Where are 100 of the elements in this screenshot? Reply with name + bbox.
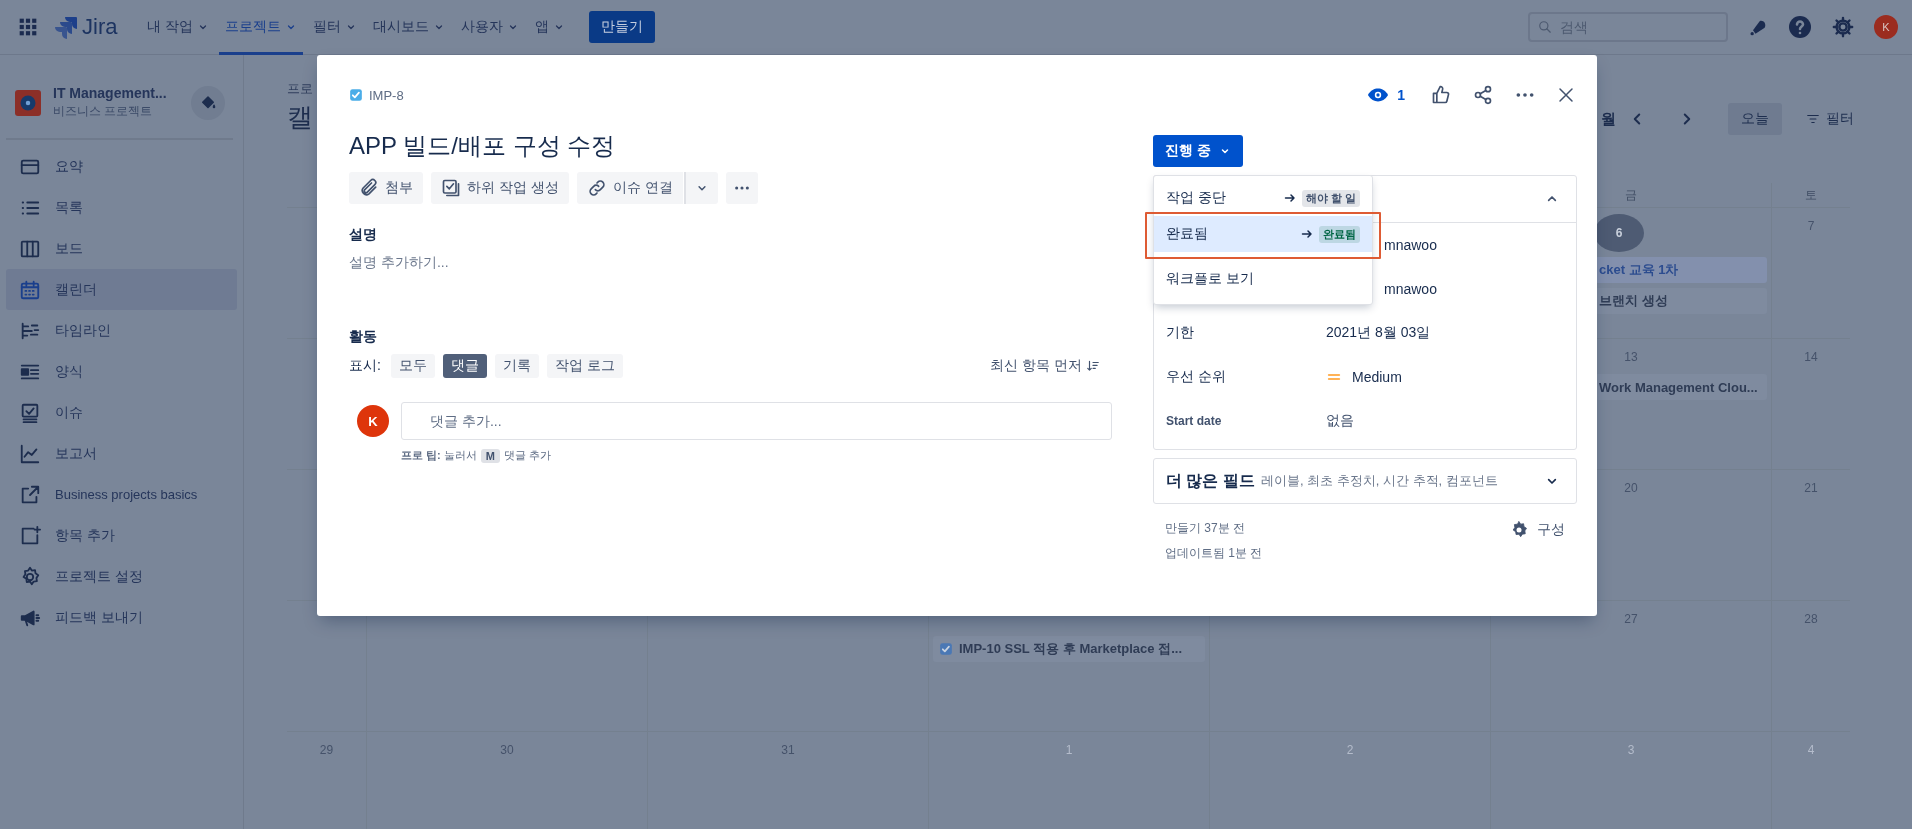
menu-item[interactable]: 완료됨 완료됨 <box>1154 216 1372 252</box>
field-label: 우선 순위 <box>1166 368 1227 386</box>
sidebar-item[interactable]: 양식 <box>6 351 237 392</box>
monitor-icon <box>19 401 41 424</box>
sidebar-item[interactable]: 프로젝트 설정 <box>6 556 237 597</box>
calendar-event[interactable]: 브랜치 생성 <box>1595 288 1767 314</box>
date-number: 3 <box>1626 742 1636 759</box>
calendar-event[interactable]: IMP-10 SSL 적용 후 Marketplace 접... <box>933 636 1205 662</box>
tip-text: 댓글 추가 <box>503 448 552 463</box>
view-selector[interactable]: 월 <box>1601 109 1616 129</box>
nav-menu-item[interactable]: 필터 <box>307 0 364 55</box>
menu-item[interactable]: 작업 중단 해야 할 일 <box>1154 180 1372 216</box>
calendar-icon <box>19 278 41 301</box>
tip-text: 프로 팁: 눌러서 <box>401 448 477 463</box>
breadcrumb-link[interactable]: 프로 <box>287 80 313 98</box>
nav-menu-item[interactable]: 내 작업 <box>141 0 216 55</box>
filter-lines-icon <box>1806 112 1820 126</box>
paperclip-icon <box>359 178 379 198</box>
sidebar-item[interactable]: Business projects basics <box>6 474 237 515</box>
field-label: 기한 <box>1166 324 1195 342</box>
section-label: 설명 <box>349 226 378 244</box>
settings-icon[interactable] <box>1832 16 1854 38</box>
checked-square-icon <box>441 178 461 198</box>
activity-filter[interactable]: 기록 <box>494 354 539 378</box>
user-avatar[interactable]: K <box>1874 15 1898 39</box>
field-value: mnawoo <box>1384 281 1437 297</box>
checkbox-icon <box>349 88 363 102</box>
activity-filter[interactable]: 댓글 <box>442 354 487 378</box>
nav-menu-item[interactable]: 사용자 <box>455 0 526 55</box>
date-number: 4 <box>1806 742 1816 759</box>
status-lozenge: 해야 할 일 <box>1301 189 1360 207</box>
arrow-right-icon <box>1283 192 1296 204</box>
date-number: 2 <box>1345 742 1355 759</box>
field-label: Start date <box>1166 414 1223 428</box>
comment-field[interactable]: 댓글 추가... <box>401 402 1112 440</box>
field-value: 없음 <box>1326 412 1354 430</box>
issue-key-link[interactable]: IMP-8 <box>369 87 404 103</box>
share-icon[interactable] <box>1473 85 1493 105</box>
sidebar-item[interactable]: 항목 추가 <box>6 515 237 556</box>
sidebar-item[interactable]: 요약 <box>6 146 237 187</box>
issue-title: APP 빌드/배포 구성 수정 <box>349 131 617 161</box>
updated-time: 업데이트됨 1분 전 <box>1165 545 1263 562</box>
section-label: 더 많은 필드 <box>1166 470 1255 491</box>
checkbox-icon <box>939 642 953 656</box>
status-lozenge: 완료됨 <box>1319 225 1360 243</box>
logo-icon <box>54 15 78 39</box>
field-value: Medium <box>1352 369 1402 385</box>
nav-menu-item[interactable]: 대시보드 <box>367 0 452 55</box>
sidebar-item[interactable]: 목록 <box>6 187 237 228</box>
external-link-icon <box>19 483 41 506</box>
more-fields-panel[interactable]: 더 많은 필드 레이블, 최초 추정치, 시간 추적, 컴포넌트 <box>1153 458 1577 504</box>
sidebar-item[interactable]: 타임라인 <box>6 310 237 351</box>
field-hint: 레이블, 최초 추정치, 시간 추적, 컴포넌트 <box>1260 472 1499 490</box>
date-number: 6 <box>1594 214 1644 252</box>
calendar-event[interactable]: Work Management Clou... <box>1595 374 1767 400</box>
activity-filter[interactable]: 작업 로그 <box>546 354 623 378</box>
sidebar-item[interactable]: 이슈 <box>6 392 237 433</box>
search-icon <box>1538 20 1552 34</box>
arrow-right-icon <box>1301 228 1313 240</box>
field-value: 2021년 8월 03일 <box>1326 324 1431 342</box>
action-button[interactable]: 하위 작업 생성 <box>431 172 569 204</box>
page-title: 캘 <box>287 101 313 134</box>
action-button[interactable]: 첨부 <box>349 172 423 204</box>
eye-icon <box>1367 87 1390 103</box>
user-avatar: K <box>357 405 389 437</box>
sidebar-item[interactable]: 피드백 보내기 <box>6 597 237 638</box>
activity-filter[interactable]: 모두 <box>390 354 435 378</box>
watch-button[interactable]: 1 <box>1367 87 1405 103</box>
description-placeholder[interactable]: 설명 추가하기... <box>349 254 1112 272</box>
today-button[interactable]: 오늘 <box>1728 103 1782 135</box>
thumbs-up-icon[interactable] <box>1431 85 1451 105</box>
menu-item[interactable]: 워크플로 보기 <box>1154 258 1372 300</box>
action-button[interactable]: 이슈 연결 <box>576 172 683 204</box>
help-icon[interactable] <box>1788 15 1812 39</box>
status-button[interactable]: 진행 중 <box>1153 135 1243 167</box>
chain-link-icon <box>586 178 607 198</box>
sidebar-item[interactable]: 보고서 <box>6 433 237 474</box>
calendar-event[interactable]: cket 교육 1차 <box>1595 257 1767 283</box>
sort-icon <box>1086 359 1100 373</box>
sidebar-item[interactable]: 보드 <box>6 228 237 269</box>
sidebar-item[interactable]: 캘린더 <box>6 269 237 310</box>
line-chart-icon <box>19 442 41 465</box>
add-square-icon <box>19 524 41 547</box>
project-name: IT Management... <box>53 85 168 101</box>
theme-button[interactable] <box>191 85 225 120</box>
close-icon[interactable] <box>1557 86 1575 104</box>
sort-button[interactable]: 최신 항목 먼저 <box>990 357 1100 375</box>
nav-menu-item[interactable]: 앱 <box>529 0 572 55</box>
configure-button[interactable]: 구성 <box>1509 520 1565 540</box>
app-grid-icon[interactable] <box>18 17 38 37</box>
section-label: 활동 <box>349 328 378 346</box>
filter-button[interactable]: 필터 <box>1806 110 1854 128</box>
create-button[interactable]: 만들기 <box>589 11 656 43</box>
field-value: mnawoo <box>1384 237 1437 253</box>
filter-label: 표시: <box>349 357 381 375</box>
project-type: 비즈니스 프로젝트 <box>53 103 154 120</box>
created-time: 만들기 37분 전 <box>1165 520 1246 537</box>
nav-menu-item[interactable]: 프로젝트 <box>219 0 304 55</box>
date-number: 1 <box>1064 742 1074 759</box>
logo-text: Jira <box>82 14 118 40</box>
